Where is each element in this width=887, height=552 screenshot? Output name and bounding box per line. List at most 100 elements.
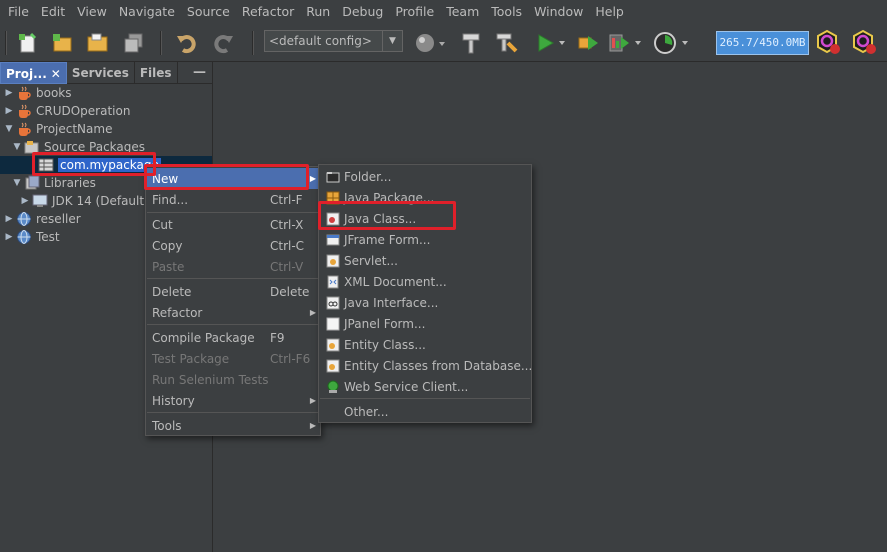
open-project-button[interactable]	[84, 29, 112, 57]
menu-item-find[interactable]: Find... Ctrl-F	[146, 189, 320, 210]
menu-separator	[147, 212, 319, 213]
java-class-icon	[326, 212, 340, 226]
menu-item-delete[interactable]: Delete Delete	[146, 281, 320, 302]
menu-refactor[interactable]: Refactor	[236, 0, 300, 24]
tree-node-label: Libraries	[44, 176, 96, 190]
tab-files[interactable]: Files	[135, 62, 178, 84]
new-file-button[interactable]	[14, 29, 42, 57]
entity-class-icon	[326, 338, 340, 352]
redo-button[interactable]	[208, 29, 238, 57]
menu-team[interactable]: Team	[440, 0, 485, 24]
tab-projects[interactable]: Proj... ✕	[0, 62, 67, 84]
menu-separator	[147, 324, 319, 325]
tree-node-projectname[interactable]: ▼ ProjectName	[0, 120, 212, 138]
expand-toggle-icon[interactable]: ▶	[20, 196, 30, 206]
submenu-item-folder[interactable]: Folder...	[319, 166, 531, 187]
collapse-toggle-icon[interactable]: ▼	[12, 142, 22, 152]
undo-button[interactable]	[172, 29, 202, 57]
collapse-toggle-icon[interactable]: ▼	[12, 178, 22, 188]
menu-item-shortcut: Ctrl-V	[270, 259, 304, 274]
java-interface-icon	[326, 296, 340, 310]
menu-tools[interactable]: Tools	[485, 0, 528, 24]
build-button[interactable]	[456, 29, 486, 57]
toolbar-separator	[252, 31, 254, 55]
submenu-item-other[interactable]: Other...	[319, 401, 531, 422]
jframe-form-icon	[326, 233, 340, 247]
submenu-item-label: Web Service Client...	[344, 379, 469, 394]
menu-item-shortcut: Ctrl-F6	[270, 351, 311, 366]
submenu-item-label: JPanel Form...	[344, 316, 426, 331]
submenu-item-java-package[interactable]: Java Package...	[319, 187, 531, 208]
context-menu: New ▶ Find... Ctrl-F Cut Ctrl-X Copy Ctr…	[145, 166, 321, 436]
menu-item-label: Paste	[152, 259, 185, 274]
tab-services[interactable]: Services	[67, 62, 135, 84]
submenu-item-web-service-client[interactable]: Web Service Client...	[319, 376, 531, 397]
expand-toggle-icon[interactable]: ▶	[4, 232, 14, 242]
run-project-button[interactable]	[532, 29, 570, 57]
profile-project-button[interactable]	[606, 29, 644, 57]
libraries-icon	[24, 175, 40, 191]
menu-item-label: History	[152, 393, 195, 408]
expand-toggle-icon[interactable]: ▶	[4, 88, 14, 98]
menu-item-new[interactable]: New ▶	[146, 168, 320, 189]
expand-toggle-icon[interactable]: ▶	[4, 214, 14, 224]
menu-help[interactable]: Help	[589, 0, 630, 24]
clean-build-button[interactable]	[492, 29, 522, 57]
menu-item-refactor[interactable]: Refactor ▶	[146, 302, 320, 323]
menu-run[interactable]: Run	[300, 0, 336, 24]
submenu-item-jframe-form[interactable]: JFrame Form...	[319, 229, 531, 250]
tree-node-label: ProjectName	[36, 122, 113, 136]
profiler-plugin-button[interactable]	[850, 29, 880, 57]
collapse-toggle-icon[interactable]: ▼	[4, 124, 14, 134]
profiler-snapshot-button[interactable]	[652, 29, 692, 57]
menu-item-compile-package[interactable]: Compile Package F9	[146, 327, 320, 348]
web-service-client-icon	[326, 380, 340, 394]
submenu-item-jpanel-form[interactable]: JPanel Form...	[319, 313, 531, 334]
menu-item-label: Copy	[152, 238, 183, 253]
menu-edit[interactable]: Edit	[35, 0, 71, 24]
submenu-item-entity-class[interactable]: Entity Class...	[319, 334, 531, 355]
menu-item-copy[interactable]: Copy Ctrl-C	[146, 235, 320, 256]
menu-window[interactable]: Window	[528, 0, 589, 24]
hammer-icon	[462, 33, 480, 54]
run-gc-button[interactable]	[814, 29, 844, 57]
browser-globe-icon	[416, 34, 445, 52]
submenu-item-servlet[interactable]: Servlet...	[319, 250, 531, 271]
tree-node-label: Test	[36, 230, 60, 244]
new-file-icon	[19, 32, 37, 53]
debug-project-button[interactable]	[574, 29, 602, 57]
menu-view[interactable]: View	[71, 0, 113, 24]
menu-source[interactable]: Source	[181, 0, 236, 24]
new-project-button[interactable]	[48, 29, 76, 57]
hexagon-plugin-icon	[853, 29, 876, 54]
submenu-item-entity-classes-from-database[interactable]: Entity Classes from Database...	[319, 355, 532, 376]
submenu-item-xml-document[interactable]: XML Document...	[319, 271, 531, 292]
chevron-down-icon[interactable]: ▼	[382, 31, 402, 51]
minimize-icon[interactable]: —	[193, 62, 206, 84]
configuration-select[interactable]: <default config> ▼	[264, 30, 403, 52]
menu-debug[interactable]: Debug	[336, 0, 389, 24]
menu-item-cut[interactable]: Cut Ctrl-X	[146, 214, 320, 235]
tree-node-books[interactable]: ▶ books	[0, 84, 212, 102]
coffee-cup-icon	[16, 85, 32, 101]
memory-usage-indicator[interactable]: 265.7/450.0MB	[716, 31, 809, 55]
close-icon[interactable]: ✕	[51, 67, 61, 81]
menu-item-shortcut: Ctrl-F	[270, 192, 303, 207]
save-all-button[interactable]	[120, 29, 148, 57]
submenu-item-java-class[interactable]: Java Class...	[319, 208, 531, 229]
menu-navigate[interactable]: Navigate	[113, 0, 181, 24]
menu-item-shortcut: Delete	[270, 284, 310, 299]
menu-item-history[interactable]: History ▶	[146, 390, 320, 411]
submenu-item-java-interface[interactable]: Java Interface...	[319, 292, 531, 313]
jpanel-form-icon	[326, 317, 340, 331]
profile-icon	[609, 34, 641, 52]
menu-item-test-package: Test Package Ctrl-F6	[146, 348, 320, 369]
tree-node-crudoperation[interactable]: ▶ CRUDOperation	[0, 102, 212, 120]
set-project-browser-button[interactable]	[412, 29, 448, 57]
menu-profile[interactable]: Profile	[389, 0, 440, 24]
menu-file[interactable]: File	[2, 0, 35, 24]
clean-build-icon	[496, 33, 518, 53]
menu-item-tools[interactable]: Tools ▶	[146, 415, 320, 436]
tree-node-source-packages[interactable]: ▼ Source Packages	[0, 138, 212, 156]
expand-toggle-icon[interactable]: ▶	[4, 106, 14, 116]
